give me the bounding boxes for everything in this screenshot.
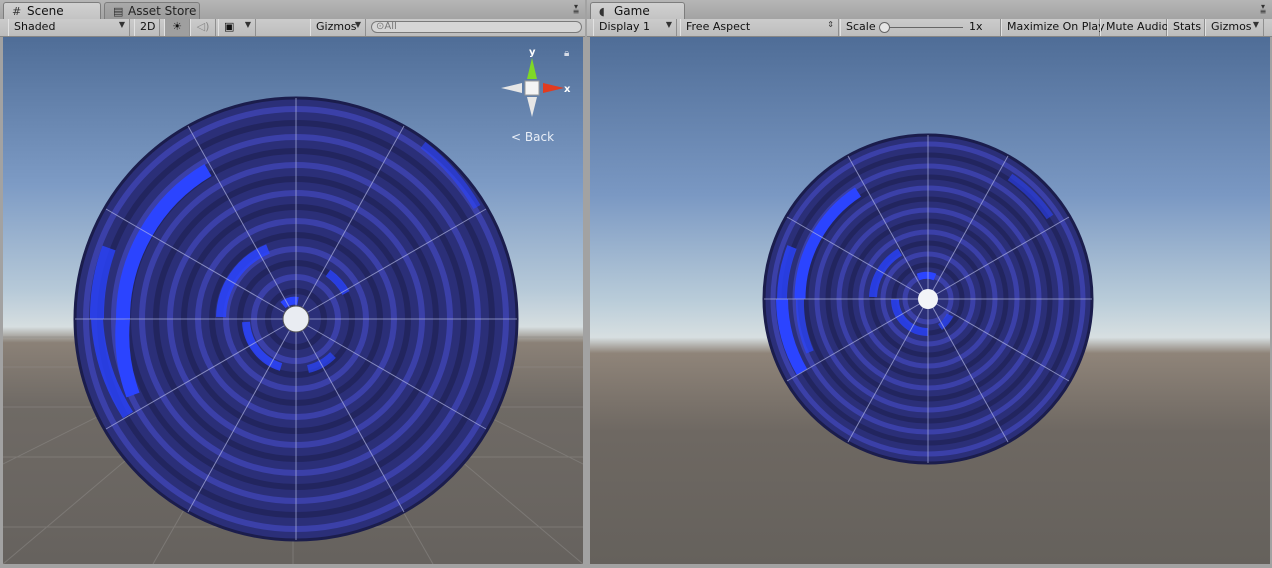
scene-tabbar: # Scene ▤ Asset Store ▾ ≡: [0, 0, 585, 20]
dropdown-caret-icon: ▼: [1252, 20, 1259, 29]
dropdown-caret-icon: ▼: [354, 20, 361, 29]
display-dropdown[interactable]: Display 1 ▼: [593, 19, 677, 36]
gizmo-x-cone[interactable]: [543, 83, 564, 93]
back-arrow-icon: <: [511, 130, 522, 144]
scene-gizmos-dropdown[interactable]: Gizmos ▼: [310, 19, 366, 36]
gizmo-neg-x-cone[interactable]: [501, 83, 522, 93]
lock-icon[interactable]: 🔒︎: [564, 48, 569, 59]
game-tabbar: ◖ Game ▾ ≡: [587, 0, 1272, 20]
dropdown-caret-icon: ▼: [665, 20, 672, 29]
hierarchy-search-input[interactable]: ⊙All: [371, 21, 582, 33]
toggle-2d-button[interactable]: 2D: [134, 19, 160, 36]
scene-canvas[interactable]: y x 🔒︎: [3, 37, 583, 564]
dropdown-caret-icon: ⇕: [827, 20, 834, 29]
tab-game[interactable]: ◖ Game: [590, 2, 685, 19]
scene-toolbar: Shaded ▼ 2D ☀ ◁) ▣ ▼ Gizmos ▼ ⊙All: [0, 19, 585, 37]
game-gizmos-dropdown[interactable]: Gizmos ▼: [1205, 19, 1264, 36]
aspect-dropdown[interactable]: Free Aspect ⇕: [680, 19, 839, 36]
orientation-gizmo[interactable]: y x 🔒︎: [501, 47, 571, 117]
dropdown-caret-icon: ▼: [118, 20, 125, 29]
image-icon: ▣: [224, 20, 235, 33]
lighting-toggle[interactable]: ☀: [164, 19, 190, 36]
game-canvas[interactable]: [590, 37, 1270, 564]
view-mode-label[interactable]: < Back: [511, 130, 554, 144]
store-icon: ▤: [113, 5, 124, 18]
mute-audio-button[interactable]: Mute Audio: [1100, 19, 1168, 36]
gizmo-neg-y-cone[interactable]: [527, 97, 537, 117]
gizmo-center-cube[interactable]: [524, 80, 540, 96]
pacman-icon: ◖: [599, 5, 605, 18]
panel-menu-icon[interactable]: ▾ ≡: [570, 3, 582, 16]
scale-slider-track[interactable]: [885, 27, 963, 28]
effects-dropdown[interactable]: ▣ ▼: [218, 19, 256, 36]
game-panel: ◖ Game ▾ ≡ Display 1 ▼ Free Aspect ⇕ Scale 1…: [587, 0, 1272, 568]
gizmo-y-label: y: [529, 47, 536, 58]
dropdown-caret-icon: ▼: [244, 20, 251, 29]
panel-menu-icon[interactable]: ▾ ≡: [1257, 3, 1269, 16]
game-view[interactable]: [590, 37, 1270, 564]
target-disc[interactable]: [73, 96, 519, 542]
maximize-on-play-button[interactable]: Maximize On Play: [1001, 19, 1105, 36]
tab-asset-store[interactable]: ▤ Asset Store: [104, 2, 200, 19]
audio-toggle[interactable]: ◁): [190, 19, 216, 36]
draw-mode-dropdown[interactable]: Shaded ▼: [8, 19, 130, 36]
scene-view[interactable]: y x 🔒︎ < Back: [3, 37, 583, 564]
grid-icon: #: [12, 5, 22, 18]
scale-control: Scale 1x: [840, 19, 1001, 36]
sun-icon: ☀: [172, 20, 182, 33]
disc-center-hole: [918, 289, 938, 309]
disc-center-hole: [282, 305, 310, 333]
gizmo-x-label: x: [564, 84, 571, 95]
stats-button[interactable]: Stats: [1167, 19, 1205, 36]
scene-panel: # Scene ▤ Asset Store ▾ ≡ Shaded ▼ 2D ☀ ◁) ▣…: [0, 0, 585, 568]
target-disc[interactable]: [762, 133, 1094, 465]
tab-scene[interactable]: # Scene: [3, 2, 101, 19]
scale-slider-thumb[interactable]: [879, 22, 890, 33]
game-toolbar: Display 1 ▼ Free Aspect ⇕ Scale 1x Maximiz…: [587, 19, 1272, 37]
speaker-icon: ◁): [196, 20, 210, 33]
gizmo-y-cone[interactable]: [527, 58, 537, 79]
